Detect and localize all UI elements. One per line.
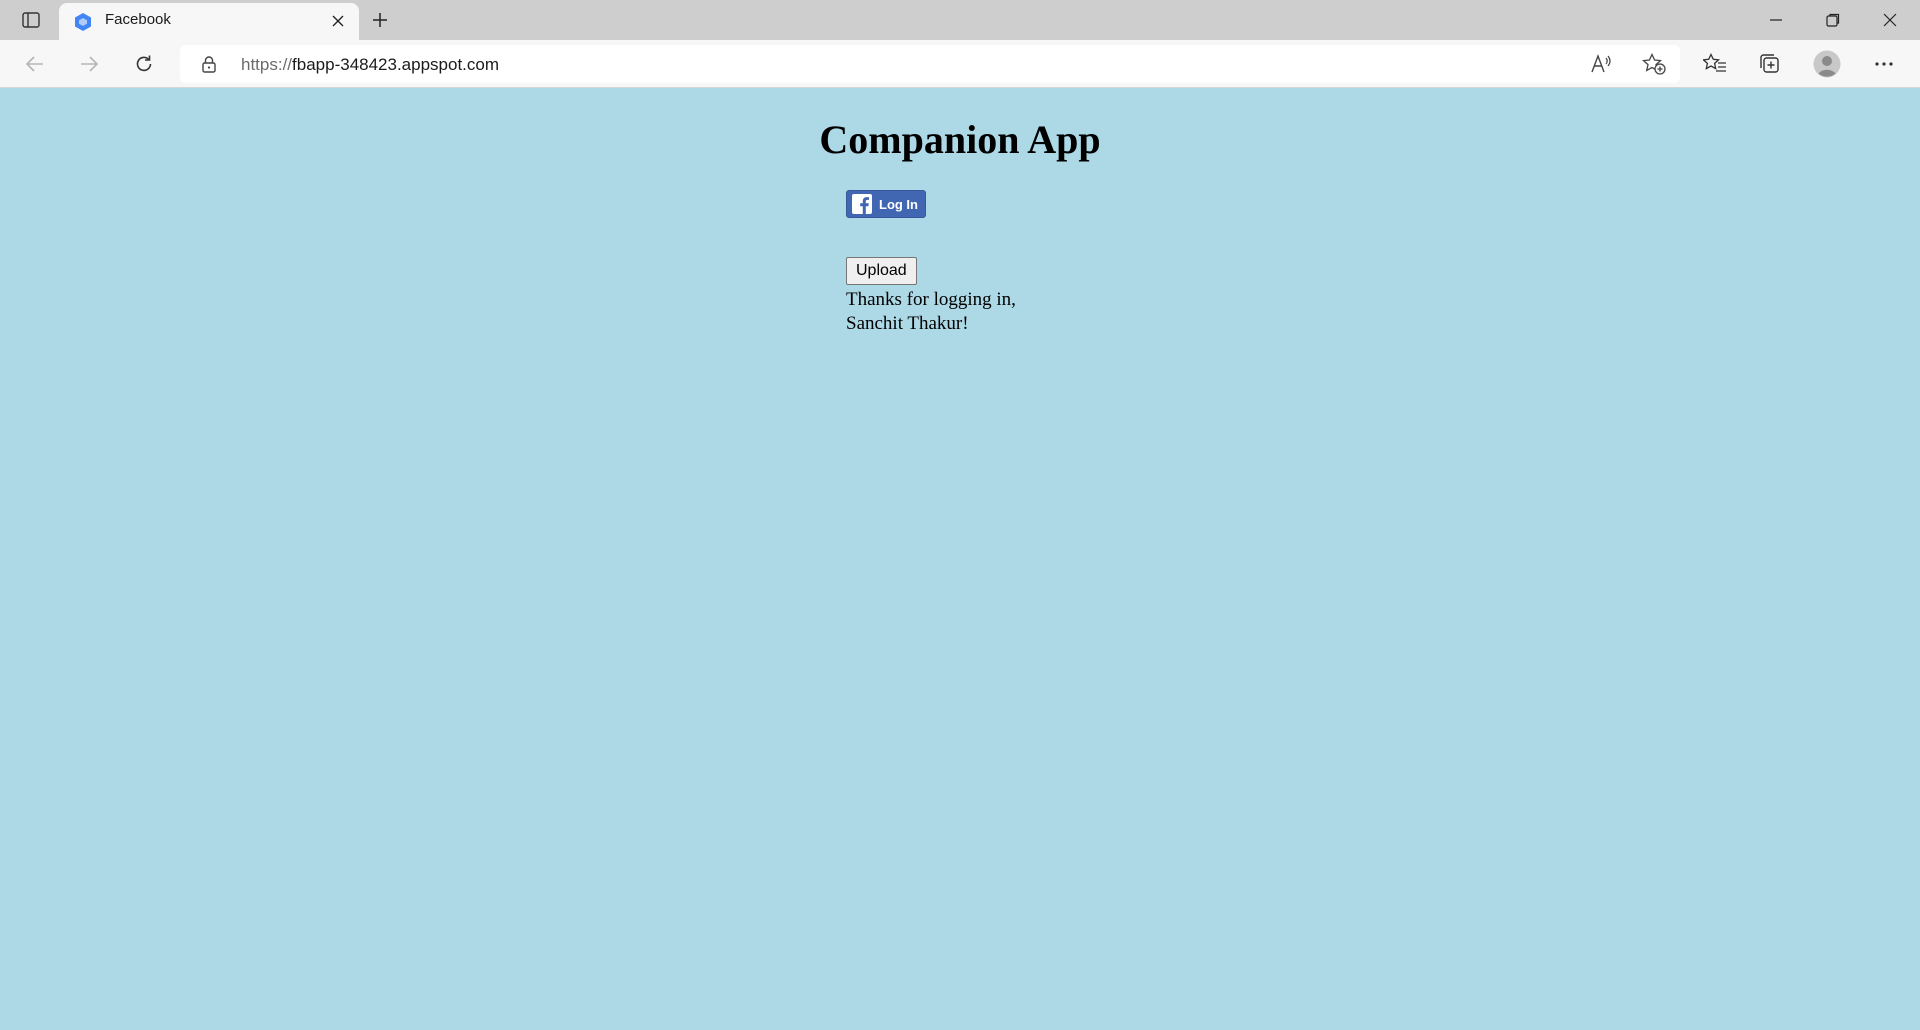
forward-arrow-icon[interactable] <box>73 48 105 80</box>
address-bar[interactable]: https://fbapp-348423.appspot.com <box>180 45 1680 83</box>
favorites-icon[interactable] <box>1699 48 1731 80</box>
profile-avatar-icon[interactable] <box>1811 48 1843 80</box>
close-window-icon[interactable] <box>1862 0 1918 40</box>
add-favorite-icon[interactable] <box>1641 52 1666 75</box>
login-label: Log In <box>879 196 918 212</box>
login-message: Thanks for logging in, Sanchit Thakur! <box>846 288 1066 336</box>
browser-tab[interactable]: Facebook <box>59 3 359 40</box>
facebook-icon <box>852 194 872 214</box>
tab-strip: Facebook <box>0 0 1920 40</box>
upload-button[interactable]: Upload <box>846 257 917 285</box>
browser-toolbar: https://fbapp-348423.appspot.com <box>0 40 1920 88</box>
read-aloud-icon[interactable] <box>1590 54 1612 74</box>
close-tab-icon[interactable] <box>329 12 347 30</box>
restore-icon[interactable] <box>1805 0 1861 40</box>
facebook-login-button[interactable]: Log In <box>846 190 926 218</box>
url-host: fbapp-348423.appspot.com <box>292 55 500 74</box>
message-line-1: Thanks for logging in, <box>846 289 1016 310</box>
page-title: Companion App <box>819 117 1101 162</box>
collections-icon[interactable] <box>1754 48 1786 80</box>
new-tab-icon[interactable] <box>367 7 393 33</box>
page-content: Companion App Log In Upload Thanks for l… <box>0 88 1920 1030</box>
minimize-icon[interactable] <box>1748 0 1804 40</box>
lock-icon[interactable] <box>200 55 218 73</box>
back-arrow-icon[interactable] <box>19 48 51 80</box>
message-line-2: Sanchit Thakur! <box>846 313 969 334</box>
tab-title: Facebook <box>105 11 171 28</box>
url-scheme: https:// <box>241 55 293 74</box>
url-text[interactable]: https://fbapp-348423.appspot.com <box>241 55 499 75</box>
refresh-icon[interactable] <box>128 48 160 80</box>
tab-actions-icon[interactable] <box>14 8 48 32</box>
gcp-hexagon-icon <box>73 12 93 32</box>
more-icon[interactable] <box>1868 48 1900 80</box>
